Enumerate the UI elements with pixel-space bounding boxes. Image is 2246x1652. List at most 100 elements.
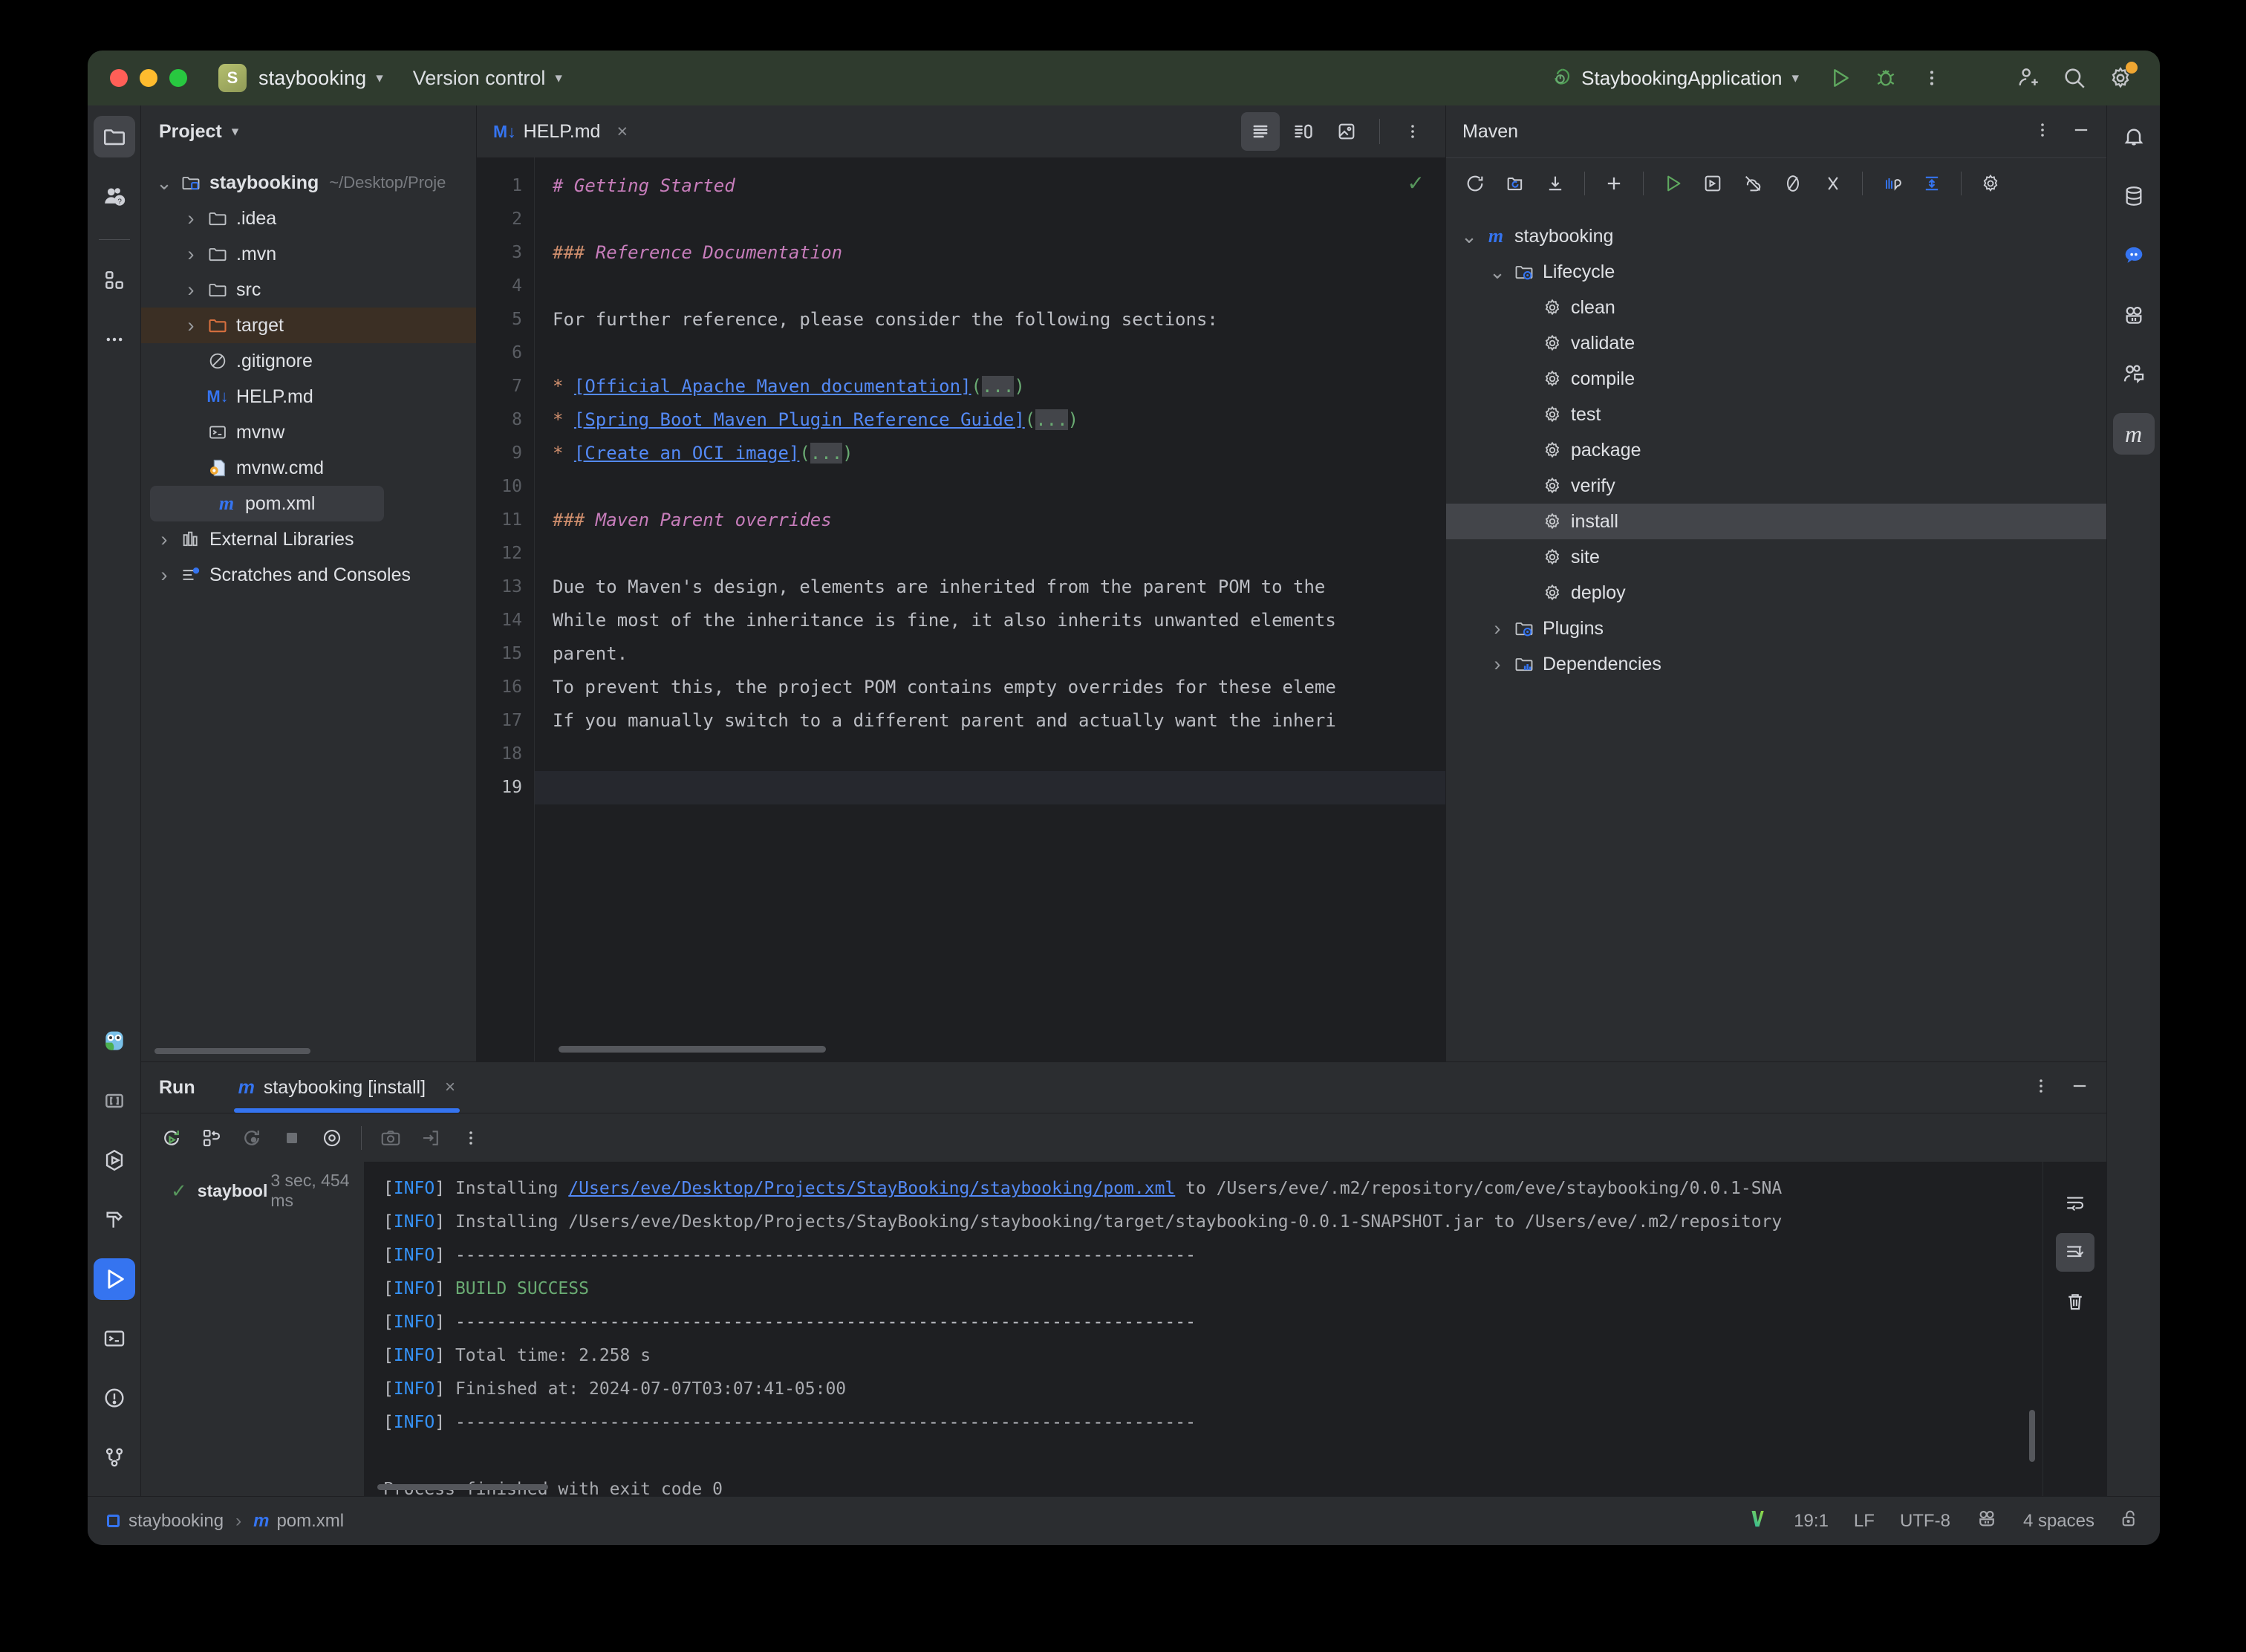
code-line[interactable]: * [Official Apache Maven documentation](…: [553, 370, 1445, 403]
breadcrumb[interactable]: staybooking › m pom.xml: [107, 1511, 344, 1532]
sidebar-item-code-with-me[interactable]: [2113, 354, 2155, 395]
project-tree-row[interactable]: M↓HELP.md: [141, 379, 476, 414]
editor-horizontal-scrollbar[interactable]: [559, 1046, 826, 1053]
chevron-down-icon[interactable]: ▾: [232, 123, 239, 140]
more-vertical-icon[interactable]: [1393, 112, 1432, 151]
more-vertical-icon[interactable]: [2032, 1077, 2050, 1099]
reload-project-icon[interactable]: [1497, 165, 1534, 202]
sidebar-item-ai-assistant[interactable]: [2113, 235, 2155, 276]
run-tree-item[interactable]: ✓ staybool 3 sec, 454 ms: [141, 1174, 364, 1208]
maven-tree-row[interactable]: install: [1446, 504, 2106, 539]
code-line[interactable]: [553, 470, 1445, 504]
console-vertical-scrollbar[interactable]: [2029, 1410, 2035, 1462]
chevron-right-icon[interactable]: ›: [178, 243, 204, 266]
maximize-window-button[interactable]: [169, 69, 187, 87]
restart-icon[interactable]: [233, 1119, 270, 1157]
console-output[interactable]: [INFO] Installing /Users/eve/Desktop/Pro…: [364, 1162, 2042, 1496]
clear-all-icon[interactable]: [2056, 1282, 2094, 1321]
code-line[interactable]: If you manually switch to a different pa…: [553, 704, 1445, 738]
maven-tree-row[interactable]: clean: [1446, 290, 2106, 325]
run-button[interactable]: [1817, 56, 1863, 100]
minimize-icon[interactable]: [2071, 120, 2092, 144]
editor-tab-help-md[interactable]: M↓ HELP.md ×: [493, 105, 628, 157]
project-selector[interactable]: S staybooking ▾: [218, 64, 383, 92]
maven-tree-row[interactable]: validate: [1446, 325, 2106, 361]
rerun-failed-icon[interactable]: [193, 1119, 230, 1157]
project-tree-row[interactable]: ›.idea: [141, 201, 476, 236]
project-tree-row[interactable]: ›Scratches and Consoles: [141, 557, 476, 593]
chevron-down-icon[interactable]: ⌄: [1485, 267, 1510, 276]
code-line[interactable]: [535, 771, 1445, 804]
code-span[interactable]: [Official Apache Maven documentation]: [574, 376, 971, 397]
code-area[interactable]: 12345678910111213141516171819 # Getting …: [477, 157, 1445, 1061]
more-vertical-icon[interactable]: [2034, 121, 2051, 143]
unlocked-icon[interactable]: [2120, 1508, 2141, 1534]
project-tree-row[interactable]: mvnw.cmd: [141, 450, 476, 486]
project-tree-row[interactable]: ⌄staybooking~/Desktop/Proje: [141, 165, 476, 201]
expand-all-icon[interactable]: [1913, 165, 1950, 202]
settings-icon[interactable]: [2097, 56, 2144, 100]
sidebar-item-run[interactable]: [94, 1258, 135, 1300]
project-tree[interactable]: ⌄staybooking~/Desktop/Proje›.idea›.mvn›s…: [141, 157, 476, 1061]
maven-tree-row[interactable]: ⌄Lifecycle: [1446, 254, 2106, 290]
screenshot-icon[interactable]: [372, 1119, 409, 1157]
sidebar-item-problems[interactable]: [94, 1377, 135, 1419]
rerun-icon[interactable]: [153, 1119, 190, 1157]
code-line[interactable]: [553, 203, 1445, 236]
preview-only-icon[interactable]: [1327, 112, 1366, 151]
chevron-down-icon[interactable]: ⌄: [152, 178, 177, 187]
add-maven-project-icon[interactable]: [1595, 165, 1633, 202]
maven-tree-row[interactable]: compile: [1446, 361, 2106, 397]
window-controls[interactable]: [110, 69, 187, 87]
breadcrumb-item-file[interactable]: pom.xml: [276, 1511, 344, 1532]
collapse-all-icon[interactable]: [1814, 165, 1852, 202]
sidebar-item-plugins[interactable]: [2113, 294, 2155, 336]
project-tree-row[interactable]: .gitignore: [141, 343, 476, 379]
code-line[interactable]: [553, 738, 1445, 771]
download-sources-icon[interactable]: [1537, 165, 1574, 202]
sidebar-item-structure[interactable]: [94, 259, 135, 301]
intellij-logo-icon[interactable]: [1746, 1507, 1768, 1535]
project-horizontal-scrollbar[interactable]: [154, 1048, 310, 1054]
debug-button[interactable]: [1863, 56, 1909, 100]
sidebar-item-project[interactable]: [94, 116, 135, 157]
project-tree-row[interactable]: ›External Libraries: [141, 521, 476, 557]
minimize-window-button[interactable]: [140, 69, 157, 87]
execute-goal-icon[interactable]: [1654, 165, 1691, 202]
toggle-skip-tests-icon[interactable]: [1774, 165, 1812, 202]
soft-wrap-icon[interactable]: [2056, 1184, 2094, 1223]
more-actions-button[interactable]: [1909, 56, 1955, 100]
sidebar-item-more[interactable]: [94, 319, 135, 360]
inspections-widget-icon[interactable]: [1976, 1507, 1998, 1535]
chevron-down-icon[interactable]: ⌄: [1456, 232, 1482, 241]
run-tab-staybooking-install[interactable]: m staybooking [install] ×: [234, 1062, 460, 1113]
maven-settings-icon[interactable]: [1972, 165, 2009, 202]
project-panel-header[interactable]: Project ▾: [141, 105, 476, 157]
close-icon[interactable]: ×: [445, 1077, 455, 1098]
sidebar-item-notifications[interactable]: [2113, 116, 2155, 157]
code-line[interactable]: ### Maven Parent overrides: [553, 504, 1445, 537]
code-line[interactable]: ### Reference Documentation: [553, 236, 1445, 270]
sidebar-item-owl-assistant[interactable]: [94, 1021, 135, 1062]
maven-tree-row[interactable]: package: [1446, 432, 2106, 468]
show-dependencies-icon[interactable]: [1873, 165, 1910, 202]
code-line[interactable]: parent.: [553, 637, 1445, 671]
sidebar-item-build[interactable]: [94, 1199, 135, 1240]
maven-tree-row[interactable]: deploy: [1446, 575, 2106, 611]
scroll-to-end-icon[interactable]: [2056, 1233, 2094, 1272]
file-encoding[interactable]: UTF-8: [1900, 1511, 1950, 1532]
add-user-icon[interactable]: [2005, 56, 2051, 100]
stop-icon[interactable]: [273, 1119, 310, 1157]
caret-position[interactable]: 19:1: [1794, 1511, 1829, 1532]
code-line[interactable]: # Getting Started: [553, 169, 1445, 203]
code-line[interactable]: * [Create an OCI image](...): [553, 437, 1445, 470]
indent-setting[interactable]: 4 spaces: [2023, 1511, 2094, 1532]
sidebar-item-bookmarks[interactable]: [94, 1080, 135, 1122]
maven-tree-row[interactable]: verify: [1446, 468, 2106, 504]
code-line[interactable]: While most of the inheritance is fine, i…: [553, 604, 1445, 637]
sidebar-item-terminal[interactable]: [94, 1318, 135, 1359]
code-line[interactable]: * [Spring Boot Maven Plugin Reference Gu…: [553, 403, 1445, 437]
toggle-offline-icon[interactable]: [1734, 165, 1771, 202]
chevron-right-icon[interactable]: ›: [1485, 617, 1510, 640]
breadcrumb-item-module[interactable]: staybooking: [128, 1511, 224, 1532]
